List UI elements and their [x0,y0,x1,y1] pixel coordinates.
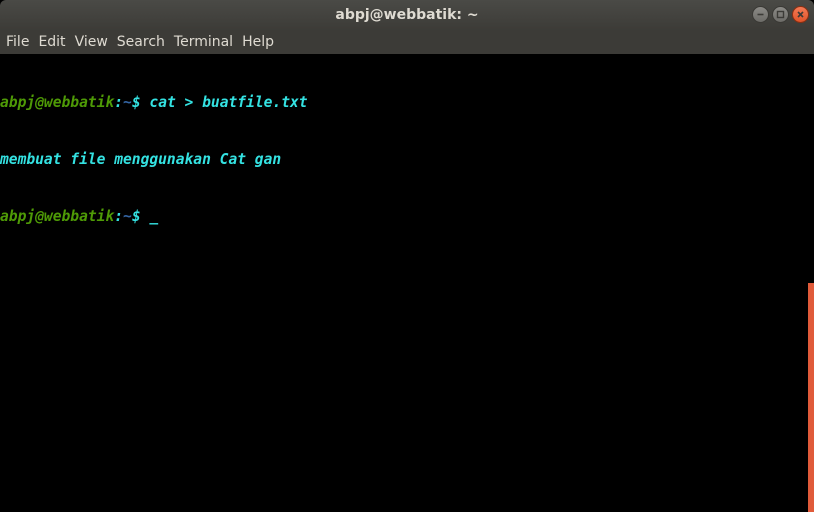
terminal-line: membuat file menggunakan Cat gan [0,150,808,169]
text-cursor: _ [149,208,159,225]
menu-terminal[interactable]: Terminal [170,31,238,54]
menu-bar: File Edit View Search Terminal Help [0,31,814,54]
scrollbar-thumb[interactable] [808,283,814,512]
terminal-line: abpj@webbatik:~$ _ [0,207,808,226]
prompt-user: abpj@webbatik [0,94,115,111]
terminal-window: abpj@webbatik: ~ File Edit View Search T… [0,0,814,512]
maximize-icon [776,10,785,19]
prompt-path: ~ [123,208,132,225]
menu-help[interactable]: Help [238,31,279,54]
prompt-symbol: $ [131,208,150,225]
window-title: abpj@webbatik: ~ [335,7,479,23]
menu-search[interactable]: Search [113,31,170,54]
terminal-output[interactable]: abpj@webbatik:~$ cat > buatfile.txt memb… [0,54,808,512]
prompt-colon: : [114,94,124,111]
menu-view[interactable]: View [71,31,113,54]
close-icon [797,11,804,18]
close-button[interactable] [792,6,809,23]
command-text: cat > buatfile.txt [149,94,308,111]
output-text: membuat file menggunakan Cat gan [0,151,282,168]
menu-file[interactable]: File [2,31,34,54]
maximize-button[interactable] [772,6,789,23]
prompt-colon: : [114,208,124,225]
prompt-user: abpj@webbatik [0,208,115,225]
title-bar[interactable]: abpj@webbatik: ~ [0,0,814,31]
minimize-button[interactable] [752,6,769,23]
terminal-line: abpj@webbatik:~$ cat > buatfile.txt [0,93,808,112]
prompt-path: ~ [123,94,132,111]
vertical-scrollbar[interactable] [808,54,814,512]
minimize-icon [757,13,764,16]
prompt-symbol: $ [131,94,150,111]
window-controls [752,6,809,24]
menu-edit[interactable]: Edit [34,31,70,54]
